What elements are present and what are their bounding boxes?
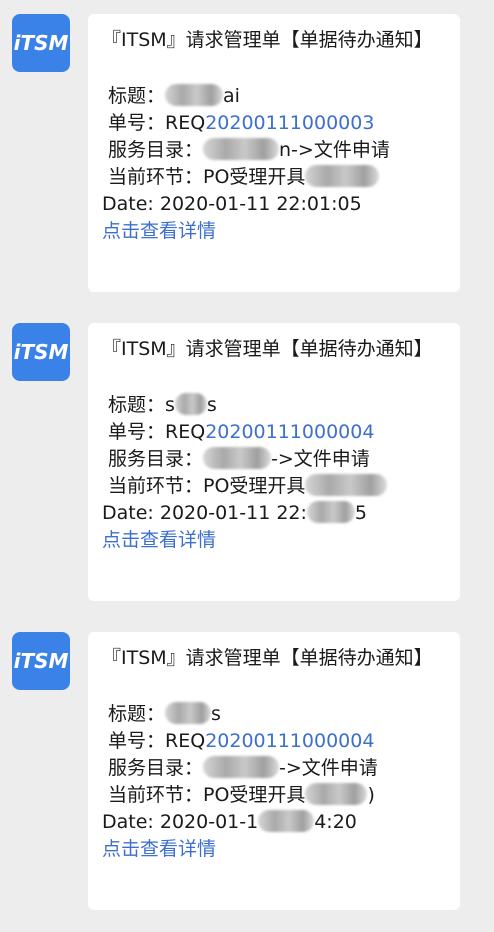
ticket-number-label: 单号： [108,730,166,752]
service-catalog-line: 服务目录： n->文件申请 [102,137,446,164]
ticket-title-value: s [165,394,175,416]
date-value: 2020-01-11 22:01:05 [159,193,362,215]
ticket-title-label: 标题： [108,703,166,725]
ticket-number-link[interactable]: 20200111000004 [205,730,374,752]
date-label: Date: [102,193,160,215]
itsm-avatar[interactable]: iTSM [12,632,70,690]
itsm-logo-icon: iTSM [13,649,69,673]
current-step-value: PO受理开具 [203,784,306,806]
service-catalog-value: n->文件申请 [279,139,390,161]
itsm-logo-icon: iTSM [13,31,69,55]
ticket-title-tail: s [206,394,217,416]
service-catalog-label: 服务目录： [108,448,204,470]
itsm-logo-icon: iTSM [13,340,69,364]
redacted-mask [203,447,272,469]
redacted-mask [165,702,212,724]
redacted-mask [305,783,368,805]
service-catalog-value: ->文件申请 [271,448,370,470]
notification-title: 『ITSM』请求管理单【单据待办通知】 [102,647,433,669]
redacted-mask [258,810,315,832]
ticket-title-line: 标题： s [102,701,446,728]
message-bubble[interactable]: 『ITSM』请求管理单【单据待办通知】 标题： ai 单号：REQ20200111… [88,14,460,292]
ticket-title-label: 标题： [108,394,166,416]
redacted-mask [305,474,388,496]
ticket-title-line: 标题：s s [102,392,446,419]
ticket-number-line: 单号：REQ20200111000004 [102,728,446,755]
ticket-number-line: 单号：REQ20200111000003 [102,110,446,137]
redacted-mask [305,165,380,187]
ticket-number-label: 单号： [108,421,166,443]
service-catalog-value: ->文件申请 [279,757,378,779]
ticket-title-value: ai [223,85,240,107]
view-details-link[interactable]: 点击查看详情 [102,218,446,245]
notification-title: 『ITSM』请求管理单【单据待办通知】 [102,29,433,51]
date-label: Date: [102,811,160,833]
date-tail: 4:20 [314,811,357,833]
date-value: 2020-01-11 22: [159,502,307,524]
view-details-link[interactable]: 点击查看详情 [102,527,446,554]
date-line: Date: 2020-01-1 4:20 [102,809,446,836]
message-bubble[interactable]: 『ITSM』请求管理单【单据待办通知】 标题：s s 单号：REQ20200111… [88,323,460,601]
date-line: Date: 2020-01-11 22: 5 [102,500,446,527]
ticket-number-link[interactable]: 20200111000003 [205,112,374,134]
itsm-avatar[interactable]: iTSM [12,323,70,381]
ticket-number-prefix: REQ [165,112,206,134]
view-details-link[interactable]: 点击查看详情 [102,836,446,863]
ticket-number-link[interactable]: 20200111000004 [205,421,374,443]
redacted-mask [203,756,280,778]
redacted-mask [203,138,280,160]
date-label: Date: [102,502,160,524]
date-value: 2020-01-1 [159,811,259,833]
ticket-title-value: s [211,703,221,725]
ticket-number-prefix: REQ [165,730,206,752]
service-catalog-line: 服务目录： ->文件申请 [102,446,446,473]
current-step-label: 当前环节： [108,475,204,497]
redacted-mask [165,84,224,106]
current-step-line: 当前环节：PO受理开具) [102,782,446,809]
current-step-label: 当前环节： [108,166,204,188]
current-step-line: 当前环节：PO受理开具 [102,473,446,500]
service-catalog-label: 服务目录： [108,139,204,161]
ticket-number-line: 单号：REQ20200111000004 [102,419,446,446]
chat-feed: iTSM 『ITSM』请求管理单【单据待办通知】 标题： ai 单号：REQ202… [0,0,494,932]
current-step-value: PO受理开具 [203,475,306,497]
current-step-value: PO受理开具 [203,166,306,188]
message-bubble[interactable]: 『ITSM』请求管理单【单据待办通知】 标题： s 单号：REQ202001110… [88,632,460,910]
current-step-tail: ) [367,784,375,806]
service-catalog-line: 服务目录： ->文件申请 [102,755,446,782]
notification-title: 『ITSM』请求管理单【单据待办通知】 [102,338,433,360]
redacted-mask [306,501,355,523]
redacted-mask [174,393,207,415]
ticket-number-label: 单号： [108,112,166,134]
ticket-title-label: 标题： [108,85,166,107]
current-step-label: 当前环节： [108,784,204,806]
itsm-avatar[interactable]: iTSM [12,14,70,72]
date-line: Date: 2020-01-11 22:01:05 [102,191,446,218]
date-tail: 5 [354,502,367,524]
ticket-title-line: 标题： ai [102,83,446,110]
ticket-number-prefix: REQ [165,421,206,443]
service-catalog-label: 服务目录： [108,757,204,779]
current-step-line: 当前环节：PO受理开具 [102,164,446,191]
